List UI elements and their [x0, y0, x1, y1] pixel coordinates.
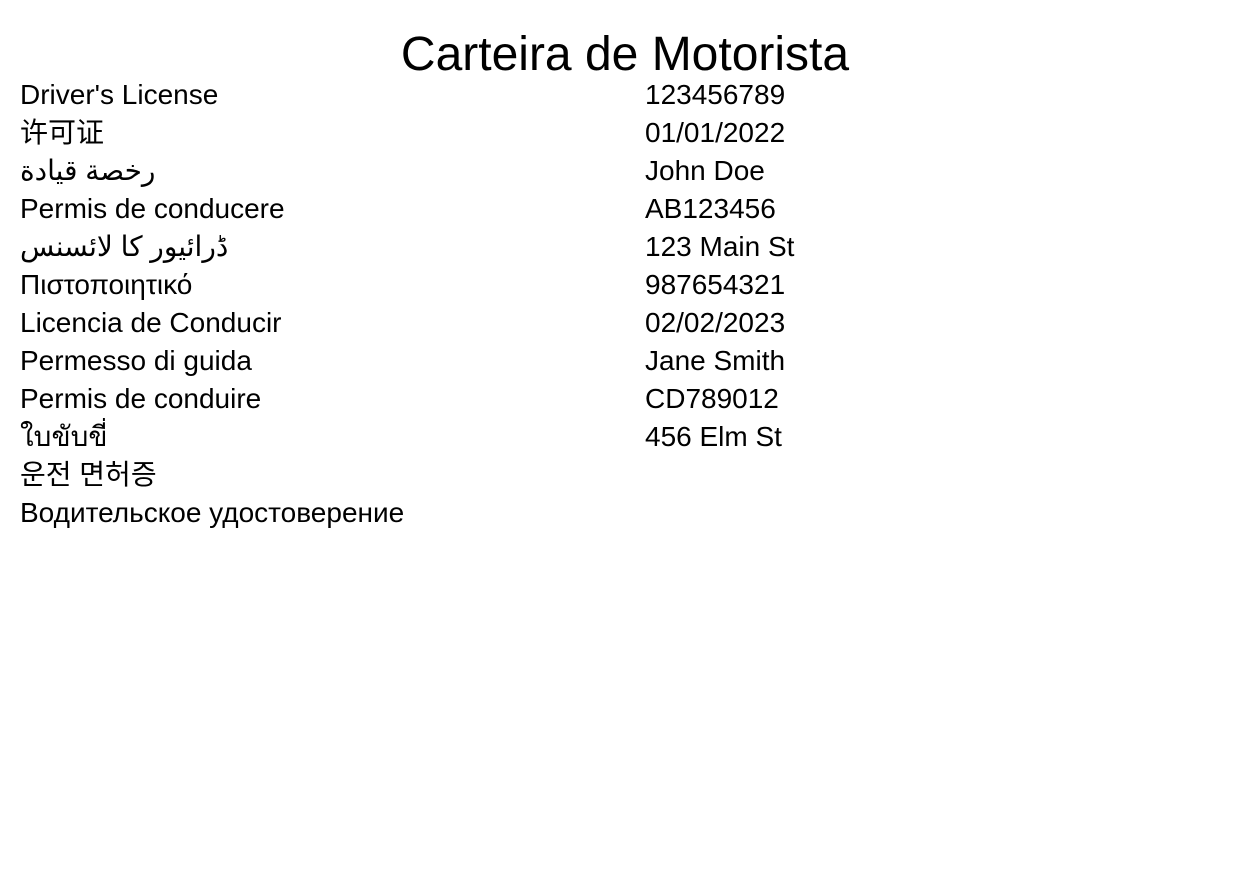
label-license-ur: ڈرائیور کا لائسنس — [20, 231, 229, 262]
value-item: 02/02/2023 — [645, 307, 786, 338]
value-item: Jane Smith — [645, 345, 786, 376]
license-label-list: Driver's License 许可证 رخصة قيادة Permis d… — [20, 76, 620, 532]
label-license-el: Πιστοποιητικό — [20, 269, 193, 300]
label-license-es: Licencia de Conducir — [20, 307, 282, 338]
value-item: 01/01/2022 — [645, 117, 786, 148]
value-item: 123456789 — [645, 79, 786, 110]
label-license-fr: Permis de conduire — [20, 383, 262, 414]
label-driver-license-en: Driver's License — [20, 79, 219, 110]
value-item: John Doe — [645, 155, 765, 186]
license-value-list: 123456789 01/01/2022 John Doe AB123456 1… — [645, 76, 1225, 456]
value-item: CD789012 — [645, 383, 779, 414]
label-license-zh: 许可证 — [20, 117, 105, 148]
document-title: Carteira de Motorista — [400, 28, 850, 81]
label-license-th: ใบขับขี่ — [20, 421, 108, 452]
label-license-ar: رخصة قيادة — [20, 155, 156, 186]
label-license-ro: Permis de conducere — [20, 193, 285, 224]
value-item: AB123456 — [645, 193, 776, 224]
label-license-it: Permesso di guida — [20, 345, 252, 376]
label-license-ko: 운전 면허증 — [20, 459, 157, 490]
value-item: 456 Elm St — [645, 421, 782, 452]
value-item: 123 Main St — [645, 231, 795, 262]
label-license-ru: Водительское удостоверение — [20, 497, 405, 528]
value-item: 987654321 — [645, 269, 786, 300]
